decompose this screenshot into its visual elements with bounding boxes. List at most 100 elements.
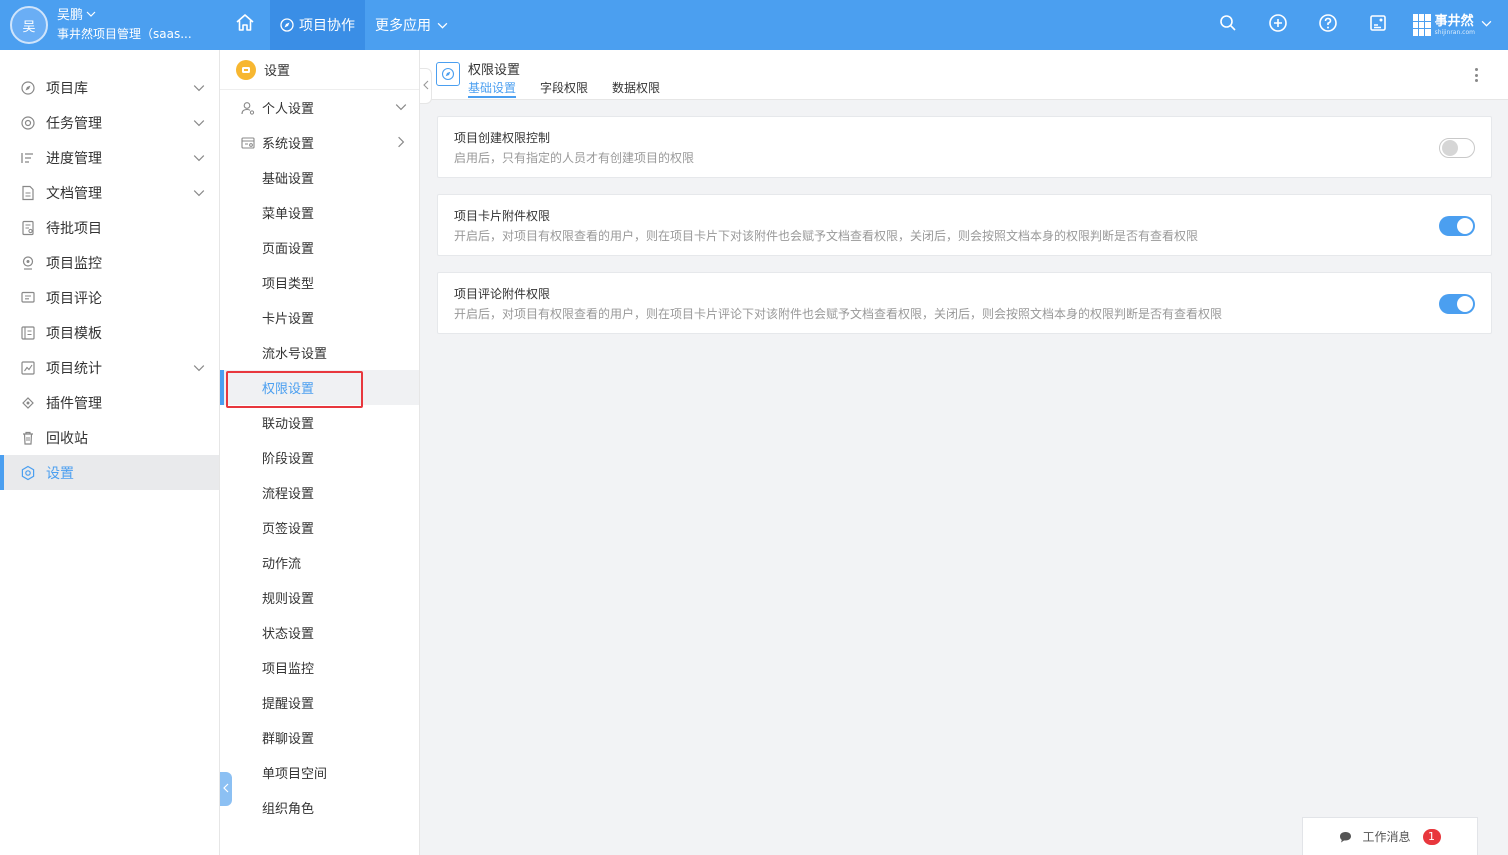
trash-icon: [20, 430, 36, 446]
settings-menu-item[interactable]: 动作流: [220, 545, 419, 580]
settings-menu-item[interactable]: 页签设置: [220, 510, 419, 545]
system-settings-icon: [240, 135, 256, 151]
collapse-menu-button[interactable]: [420, 68, 432, 104]
sidebar-item[interactable]: 回收站: [0, 420, 219, 455]
add-circle-icon: [1268, 13, 1288, 37]
sidebar-item-label: 设置: [46, 465, 74, 482]
setting-toggle[interactable]: [1439, 216, 1475, 236]
settings-menu-item[interactable]: 阶段设置: [220, 440, 419, 475]
user-name: 吴鹏: [57, 8, 84, 23]
settings-menu-item[interactable]: 基础设置: [220, 160, 419, 195]
settings-menu: 设置 个人设置 系统设置 基础设置 菜单设置 页面设置 项目类型 卡片设置 流水号设置 权限…: [220, 50, 420, 855]
profile-card-icon: [1368, 13, 1388, 37]
sidebar-item[interactable]: 项目库: [0, 70, 219, 105]
sidebar-item-label: 任务管理: [46, 115, 102, 132]
settings-menu-item[interactable]: 页面设置: [220, 230, 419, 265]
setting-card: 项目创建权限控制 启用后，只有指定的人员才有创建项目的权限: [437, 116, 1492, 178]
sidebar-item[interactable]: 进度管理: [0, 140, 219, 175]
sub-group-system-settings[interactable]: 系统设置: [220, 125, 419, 160]
user-name-row[interactable]: 吴鹏: [57, 7, 197, 25]
project-library-icon: [20, 80, 36, 96]
tab-field-permissions[interactable]: 字段权限: [540, 79, 588, 98]
tab-data-permissions[interactable]: 数据权限: [612, 79, 660, 98]
add-button[interactable]: [1253, 0, 1303, 50]
settings-menu-item[interactable]: 流水号设置: [220, 335, 419, 370]
sidebar-item-label: 项目库: [46, 80, 88, 97]
settings-menu-item[interactable]: 联动设置: [220, 405, 419, 440]
sidebar-item[interactable]: 设置: [0, 455, 219, 490]
user-settings-icon: [240, 100, 256, 116]
tab-label: 更多应用: [375, 18, 431, 34]
setting-toggle[interactable]: [1439, 138, 1475, 158]
sidebar-item-label: 项目统计: [46, 360, 102, 377]
home-button[interactable]: [220, 0, 270, 50]
settings-icon: [20, 465, 36, 481]
brand-mark-icon: [1412, 14, 1431, 36]
settings-menu-item[interactable]: 群聊设置: [220, 720, 419, 755]
settings-menu-item[interactable]: 项目监控: [220, 650, 419, 685]
chevron-down-icon: [193, 362, 205, 378]
settings-menu-item[interactable]: 流程设置: [220, 475, 419, 510]
settings-menu-item[interactable]: 权限设置: [220, 370, 419, 405]
settings-menu-item[interactable]: 提醒设置: [220, 685, 419, 720]
avatar[interactable]: 吴: [10, 6, 48, 44]
sidebar-item-label: 项目模板: [46, 325, 102, 342]
tab-label: 项目协作: [299, 18, 355, 34]
user-info[interactable]: 吴鹏 事井然项目管理（saas...: [57, 7, 197, 43]
sidebar-item[interactable]: 项目模板: [0, 315, 219, 350]
help-button[interactable]: [1303, 0, 1353, 50]
brand-logo[interactable]: 事井然 shijinran.com: [1412, 13, 1492, 36]
sidebar-item-label: 待批项目: [46, 220, 102, 237]
top-bar: 吴 吴鹏 事井然项目管理（saas... 项目协作 更多应用 事井然 shiji…: [0, 0, 1508, 50]
settings-menu-item[interactable]: 状态设置: [220, 615, 419, 650]
settings-menu-item[interactable]: 组织角色: [220, 790, 419, 825]
chevron-down-icon: [193, 117, 205, 133]
brand-name: 事井然: [1434, 13, 1474, 29]
setting-card: 项目评论附件权限 开启后，对项目有权限查看的用户，则在项目卡片评论下对该附件也会赋…: [437, 272, 1492, 334]
sidebar-item-label: 进度管理: [46, 150, 102, 167]
settings-menu-item[interactable]: 项目类型: [220, 265, 419, 300]
setting-toggle[interactable]: [1439, 294, 1475, 314]
sidebar-item[interactable]: 项目评论: [0, 280, 219, 315]
sidebar-item[interactable]: 待批项目: [0, 210, 219, 245]
sub-group-label: 个人设置: [262, 102, 315, 117]
statistics-icon: [20, 360, 36, 376]
tab-project-collaboration[interactable]: 项目协作: [270, 0, 365, 50]
tab-more-apps[interactable]: 更多应用: [365, 0, 458, 50]
sidebar-item[interactable]: 文档管理: [0, 175, 219, 210]
profile-card-button[interactable]: [1353, 0, 1403, 50]
sidebar-item-label: 项目监控: [46, 255, 102, 272]
sidebar-item-label: 插件管理: [46, 395, 102, 412]
help-icon: [1318, 13, 1338, 37]
settings-menu-item[interactable]: 规则设置: [220, 580, 419, 615]
task-icon: [20, 115, 36, 131]
sidebar-item[interactable]: 项目监控: [0, 245, 219, 280]
sub-group-personal-settings[interactable]: 个人设置: [220, 90, 419, 125]
sidebar-item[interactable]: 插件管理: [0, 385, 219, 420]
user-menu[interactable]: 吴 吴鹏 事井然项目管理（saas...: [0, 0, 220, 50]
sidebar-item[interactable]: 任务管理: [0, 105, 219, 140]
setting-title: 项目卡片附件权限: [454, 209, 551, 223]
settings-menu-item[interactable]: 卡片设置: [220, 300, 419, 335]
search-button[interactable]: [1203, 0, 1253, 50]
document-icon: [20, 185, 36, 201]
collapse-sidebar-button[interactable]: [220, 772, 232, 806]
tab-basic-settings[interactable]: 基础设置: [468, 79, 517, 98]
setting-description: 开启后，对项目有权限查看的用户，则在项目卡片评论下对该附件也会赋予文档查看权限，…: [454, 307, 1223, 321]
sidebar-item[interactable]: 项目统计: [0, 350, 219, 385]
settings-menu-item[interactable]: 菜单设置: [220, 195, 419, 230]
work-message-button[interactable]: 工作消息 1: [1302, 817, 1478, 855]
settings-badge-icon: [236, 59, 256, 80]
top-right-tools: 事井然 shijinran.com: [1203, 0, 1508, 50]
progress-icon: [20, 150, 36, 166]
main-content: 权限设置 基础设置 字段权限 数据权限 项目创建权限控制 启用后，只有指定的人员才…: [420, 50, 1508, 855]
chevron-down-icon: [1481, 18, 1492, 33]
setting-title: 项目创建权限控制: [454, 131, 551, 145]
chevron-left-icon: [222, 782, 230, 797]
plugin-icon: [20, 395, 36, 411]
setting-description: 开启后，对项目有权限查看的用户，则在项目卡片下对该附件也会赋予文档查看权限，关闭…: [454, 229, 1199, 243]
chevron-left-icon: [422, 79, 430, 94]
settings-menu-item[interactable]: 单项目空间: [220, 755, 419, 790]
home-icon: [235, 13, 255, 37]
more-options-button[interactable]: [1470, 67, 1482, 83]
